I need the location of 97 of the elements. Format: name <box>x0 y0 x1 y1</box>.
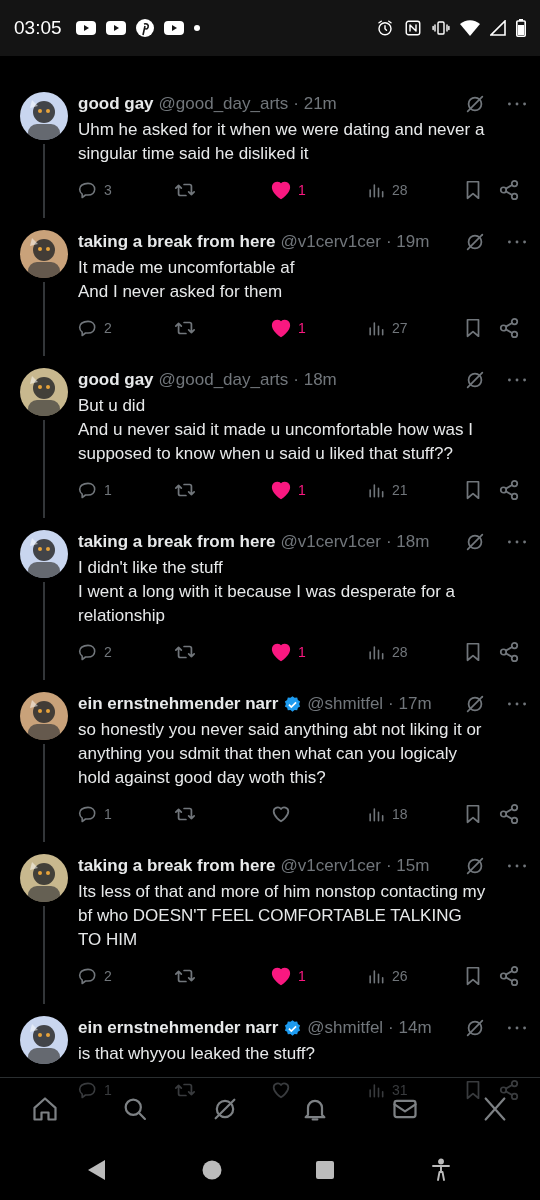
wifi-icon <box>460 19 480 37</box>
views-button[interactable]: 18 <box>366 804 416 824</box>
share-icon <box>498 479 520 501</box>
views-button[interactable]: 28 <box>366 642 416 662</box>
author-name[interactable]: taking a break from here <box>78 532 276 552</box>
share-button[interactable] <box>498 803 520 825</box>
author-handle[interactable]: @v1cerv1cer <box>280 532 381 552</box>
post-text: so honestly you never said anything abt not liking it or anything you sdmit that then what can you logicaly hold against good day woth this? <box>78 719 483 789</box>
like-button[interactable]: 1 <box>270 641 320 663</box>
views-button[interactable]: 27 <box>366 318 416 338</box>
reply-icon <box>78 642 98 662</box>
more-icon[interactable] <box>508 378 526 382</box>
reply-button[interactable]: 1 <box>78 480 128 500</box>
recents-button[interactable] <box>316 1161 335 1179</box>
reply-icon <box>78 180 98 200</box>
post-text: Its less of that and more of him nonstop contacting my bf who DOESN'T FEEL COMFORTABLE TALKING TO HIM <box>78 881 487 951</box>
like-button[interactable]: 1 <box>270 317 320 339</box>
reply-button[interactable]: 2 <box>78 642 128 662</box>
more-icon[interactable] <box>508 702 526 706</box>
author-handle[interactable]: @v1cerv1cer <box>280 856 381 876</box>
share-icon <box>498 1079 520 1101</box>
share-button[interactable] <box>498 965 520 987</box>
heart-icon <box>270 479 292 501</box>
share-icon <box>498 641 520 663</box>
post-time: · 19m <box>385 232 430 252</box>
share-button[interactable] <box>498 641 520 663</box>
more-icon[interactable] <box>508 1026 526 1030</box>
battery-icon <box>516 19 526 37</box>
home-tab[interactable] <box>31 1095 59 1123</box>
post-text: And u never said it made u uncomfortable how was I supposed to know when u said u liked that stuff?? <box>78 419 474 465</box>
post-text: Uhm he asked for it when we were dating and never a singular time said he disliked it <box>78 119 486 165</box>
home-icon <box>31 1095 59 1123</box>
views-button[interactable]: 21 <box>366 480 416 500</box>
more-icon[interactable] <box>508 864 526 868</box>
author-name[interactable]: taking a break from here <box>78 232 276 252</box>
pin-app-icon <box>135 19 154 37</box>
notification-dot-icon <box>193 25 200 31</box>
heart-icon <box>270 179 292 201</box>
vibrate-icon <box>432 19 450 37</box>
reply-icon <box>78 480 98 500</box>
share-button[interactable] <box>498 179 520 201</box>
like-button[interactable]: 1 <box>270 965 320 987</box>
post-time: · 15m <box>385 856 430 876</box>
author-handle[interactable]: @shmitfel <box>307 1018 384 1038</box>
video-app-icon <box>105 21 126 35</box>
share-icon <box>498 803 520 825</box>
heart-icon <box>270 641 292 663</box>
author-name[interactable]: good gay <box>78 370 154 390</box>
post-time: · 14m <box>388 1018 432 1038</box>
share-button[interactable] <box>498 479 520 501</box>
more-icon[interactable] <box>508 240 526 244</box>
reply-icon <box>78 318 98 338</box>
reply-icon <box>78 804 98 824</box>
reply-button[interactable]: 1 <box>78 804 128 824</box>
like-button[interactable]: 1 <box>270 179 320 201</box>
share-icon <box>498 317 520 339</box>
nfc-icon <box>404 19 422 37</box>
post-time: · 21m <box>293 94 337 114</box>
reply-button[interactable]: 3 <box>78 180 128 200</box>
reply-button[interactable]: 2 <box>78 966 128 986</box>
post-text: I didn't like the stuff <box>78 557 224 579</box>
author-name[interactable]: good gay <box>78 94 154 114</box>
author-name[interactable]: ein ernstnehmender narr <box>78 694 279 714</box>
clock: 03:05 <box>14 17 62 39</box>
author-name[interactable]: ein ernstnehmender narr <box>78 1018 279 1038</box>
post-time: · 18m <box>293 370 337 390</box>
post-text: And I never asked for them <box>78 281 284 303</box>
reply-icon <box>78 966 98 986</box>
author-handle[interactable]: @shmitfel <box>307 694 384 714</box>
post-text: is that whyyou leaked the stuff? <box>78 1043 316 1065</box>
author-handle[interactable]: @good_day_arts <box>158 370 289 390</box>
post-text: But u did <box>78 395 147 417</box>
author-handle[interactable]: @v1cerv1cer <box>280 232 381 252</box>
reply-button[interactable]: 2 <box>78 318 128 338</box>
signal-icon <box>490 20 506 36</box>
heart-icon <box>270 965 292 987</box>
views-button[interactable]: 28 <box>366 180 416 200</box>
post-text: It made me uncomfortable af <box>78 257 296 279</box>
share-icon <box>498 179 520 201</box>
alarm-icon <box>376 19 394 37</box>
more-icon[interactable] <box>508 102 526 106</box>
post-text: I went a long with it because I was desperate for a relationship <box>78 581 457 627</box>
video-app-icon <box>163 21 184 35</box>
author-name[interactable]: taking a break from here <box>78 856 276 876</box>
reply-icon <box>78 1080 98 1100</box>
share-button[interactable] <box>498 317 520 339</box>
post-time: · 18m <box>385 532 430 552</box>
share-icon <box>498 965 520 987</box>
video-app-icon <box>75 21 96 35</box>
views-button[interactable]: 26 <box>366 966 416 986</box>
home-button[interactable] <box>201 1160 222 1180</box>
back-button[interactable] <box>87 1159 108 1181</box>
author-handle[interactable]: @good_day_arts <box>158 94 289 114</box>
more-icon[interactable] <box>508 540 526 544</box>
heart-icon <box>270 317 292 339</box>
post-time: · 17m <box>388 694 432 714</box>
like-button[interactable]: 1 <box>270 479 320 501</box>
